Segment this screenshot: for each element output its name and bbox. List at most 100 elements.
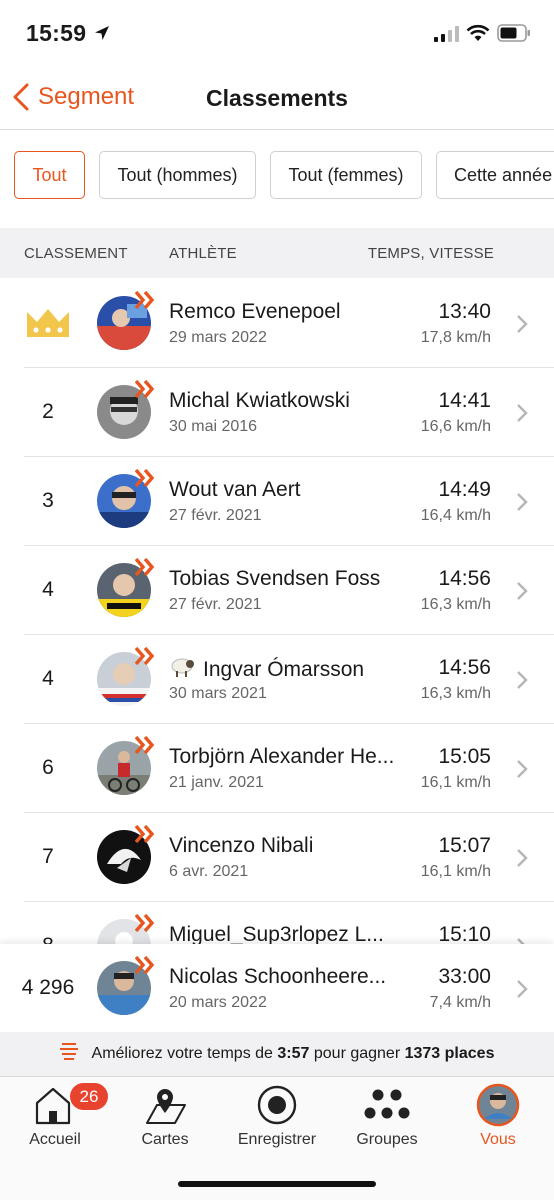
current-user-date: 20 mars 2022 bbox=[169, 994, 267, 1011]
effort-date: 30 mai 2016 bbox=[169, 418, 258, 435]
improvement-lines-icon bbox=[59, 1042, 78, 1067]
banner-places: 1373 places bbox=[404, 1045, 495, 1062]
tab-label: Groupes bbox=[356, 1131, 418, 1148]
tab-label: Vous bbox=[480, 1131, 516, 1148]
current-user-rank: 4 296 bbox=[21, 976, 75, 999]
current-user-name: Nicolas Schoonheere... bbox=[169, 965, 387, 988]
subscriber-badge-icon bbox=[134, 646, 155, 670]
athlete-name: Miguel_Sup3rlopez L... bbox=[169, 923, 384, 944]
athlete-name-text: Ingvar Ómarsson bbox=[203, 658, 365, 681]
subscriber-badge-icon bbox=[134, 557, 155, 581]
leaderboard-row[interactable]: 3 Wout van Aert 27 févr. 2021 14:49 16,4… bbox=[0, 457, 554, 546]
effort-date: 30 mars 2021 bbox=[169, 685, 267, 702]
subscriber-badge-icon bbox=[134, 468, 155, 492]
page-title: Classements bbox=[206, 85, 348, 111]
header-rank: CLASSEMENT bbox=[24, 245, 128, 262]
chevron-right-icon bbox=[516, 937, 528, 944]
leaderboard-row[interactable]: 7 Vincenzo Nibali 6 avr. 2021 15:07 16,1… bbox=[0, 813, 554, 902]
effort-time: 15:10 bbox=[438, 923, 491, 944]
banner-prefix: Améliorez votre temps de bbox=[91, 1045, 278, 1062]
effort-time: 14:41 bbox=[438, 389, 491, 412]
leaderboard-row[interactable]: Remco Evenepoel 29 mars 2022 13:40 17,8 … bbox=[0, 279, 554, 368]
profile-avatar-icon bbox=[443, 1083, 553, 1127]
chevron-right-icon bbox=[516, 403, 528, 428]
rank-number: 3 bbox=[42, 489, 54, 512]
filter-women[interactable]: Tout (femmes) bbox=[270, 151, 422, 199]
navigation-bar: Segment Classements bbox=[0, 70, 554, 130]
cellular-signal-icon bbox=[434, 26, 460, 47]
leaderboard-row[interactable]: 4 Tobias Svendsen Foss 27 févr. 2021 14:… bbox=[0, 546, 554, 635]
effort-speed: 17,8 km/h bbox=[420, 329, 491, 346]
filter-men[interactable]: Tout (hommes) bbox=[99, 151, 256, 199]
effort-time: 15:07 bbox=[438, 834, 491, 857]
chevron-right-icon bbox=[516, 759, 528, 784]
tab-label: Enregistrer bbox=[237, 1131, 317, 1148]
athlete-name: Vincenzo Nibali bbox=[169, 834, 314, 857]
chevron-right-icon bbox=[516, 492, 528, 517]
effort-date: 6 avr. 2021 bbox=[169, 863, 249, 880]
tab-label: Cartes bbox=[141, 1131, 189, 1148]
sheep-emoji-icon bbox=[169, 656, 195, 684]
improvement-banner: Améliorez votre temps de 3:57 pour gagne… bbox=[0, 1032, 554, 1076]
notification-badge: 26 bbox=[70, 1083, 108, 1110]
tab-enregistrer[interactable]: Enregistrer bbox=[222, 1077, 332, 1157]
rank-number: 6 bbox=[42, 756, 54, 779]
filter-chips: Tout Tout (hommes) Tout (femmes) Cette a… bbox=[0, 131, 554, 219]
chevron-right-icon bbox=[516, 581, 528, 606]
athlete-name: Torbjörn Alexander He... bbox=[169, 745, 395, 768]
leaderboard-list: Remco Evenepoel 29 mars 2022 13:40 17,8 … bbox=[0, 279, 554, 944]
rank-number: 4 bbox=[42, 667, 54, 690]
effort-time: 14:49 bbox=[438, 478, 491, 501]
battery-icon bbox=[497, 24, 531, 47]
status-time: 15:59 bbox=[26, 20, 87, 46]
crown-icon bbox=[25, 306, 71, 345]
effort-speed: 16,3 km/h bbox=[420, 596, 491, 613]
leaderboard-row[interactable]: 4 Ingvar Ómarsson 30 mars 2021 14:56 16,… bbox=[0, 635, 554, 724]
chevron-right-icon bbox=[516, 848, 528, 873]
tab-vous[interactable]: Vous bbox=[443, 1077, 553, 1157]
record-icon bbox=[222, 1083, 332, 1127]
rank-number: 2 bbox=[42, 400, 54, 423]
effort-date: 21 janv. 2021 bbox=[169, 774, 264, 791]
effort-speed: 16,4 km/h bbox=[420, 507, 491, 524]
subscriber-badge-icon bbox=[134, 735, 155, 759]
status-bar: 15:59 bbox=[0, 0, 554, 70]
effort-time: 14:56 bbox=[438, 656, 491, 679]
rank-number: 8 bbox=[0, 934, 96, 944]
tab-label: Accueil bbox=[29, 1131, 81, 1148]
current-user-row[interactable]: 4 296 Nicolas Schoonheere... 20 mars 202… bbox=[0, 944, 554, 1032]
current-user-time: 33:00 bbox=[438, 965, 491, 988]
rank-number: 7 bbox=[42, 845, 54, 868]
filter-all[interactable]: Tout bbox=[14, 151, 85, 199]
header-athlete: ATHLÈTE bbox=[169, 245, 237, 262]
effort-speed: 16,3 km/h bbox=[420, 685, 491, 702]
filter-this-year[interactable]: Cette année bbox=[436, 151, 554, 199]
leaderboard-row[interactable]: 6 Torbjörn Alexander He... 21 janv. 2021… bbox=[0, 724, 554, 813]
location-arrow-icon bbox=[93, 24, 111, 47]
athlete-name: Remco Evenepoel bbox=[169, 300, 341, 323]
rank-number: 4 bbox=[42, 578, 54, 601]
effort-speed: 16,1 km/h bbox=[420, 774, 491, 791]
tab-groupes[interactable]: Groupes bbox=[332, 1077, 442, 1157]
current-user-speed: 7,4 km/h bbox=[429, 994, 491, 1011]
effort-date: 27 févr. 2021 bbox=[169, 507, 262, 524]
header-time-speed: TEMPS, VITESSE bbox=[367, 245, 494, 262]
effort-speed: 16,6 km/h bbox=[420, 418, 491, 435]
banner-text: Améliorez votre temps de 3:57 pour gagne… bbox=[92, 1045, 495, 1063]
athlete-name: Ingvar Ómarsson bbox=[169, 656, 364, 684]
athlete-name: Michal Kwiatkowski bbox=[169, 389, 350, 412]
subscriber-badge-icon bbox=[134, 290, 155, 314]
banner-time: 3:57 bbox=[277, 1045, 310, 1062]
subscriber-badge-icon bbox=[134, 824, 155, 848]
leaderboard-row[interactable]: 8 Miguel_Sup3rlopez L... 15:10 bbox=[0, 902, 554, 944]
map-pin-icon bbox=[110, 1083, 220, 1127]
home-indicator[interactable] bbox=[178, 1181, 376, 1187]
leaderboard-row[interactable]: 2 Michal Kwiatkowski 30 mai 2016 14:41 1… bbox=[0, 368, 554, 457]
effort-date: 27 févr. 2021 bbox=[169, 596, 262, 613]
tab-cartes[interactable]: Cartes bbox=[110, 1077, 220, 1157]
banner-middle: pour gagner bbox=[309, 1045, 405, 1062]
chevron-right-icon bbox=[516, 314, 528, 339]
tab-accueil[interactable]: 26 Accueil bbox=[0, 1077, 110, 1157]
leaderboard-header: CLASSEMENT ATHLÈTE TEMPS, VITESSE bbox=[0, 228, 554, 278]
subscriber-badge-icon bbox=[134, 955, 155, 979]
